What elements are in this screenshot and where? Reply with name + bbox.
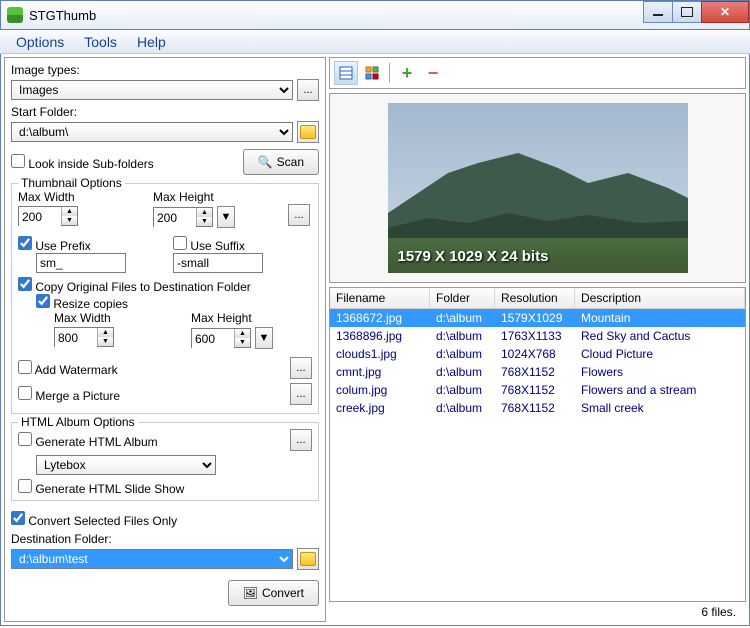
file-list-body[interactable]: 1368672.jpgd:\album1579X1029Mountain1368… <box>330 309 745 601</box>
scan-button[interactable]: 🔍 Scan <box>243 149 319 175</box>
preview-info: 1579 X 1029 X 24 bits <box>398 248 549 265</box>
look-inside-subfolders[interactable]: Look inside Sub-folders <box>11 154 154 171</box>
resize-maxheight-label: Max Height <box>191 311 312 325</box>
right-toolbar: + − <box>329 57 746 89</box>
watermark-more-button[interactable]: ... <box>290 357 312 379</box>
view-details-button[interactable] <box>334 61 358 85</box>
thumb-maxwidth-input[interactable] <box>19 207 61 227</box>
dest-folder-select[interactable]: d:\album\test <box>11 549 293 569</box>
window-title: STGThumb <box>29 8 96 23</box>
col-folder[interactable]: Folder <box>430 288 495 308</box>
thumb-maxwidth-spinner[interactable]: ▲▼ <box>18 206 78 226</box>
thumb-size-dropdown-button[interactable]: ▼ <box>217 206 235 228</box>
table-row[interactable]: 1368896.jpgd:\album1763X1133Red Sky and … <box>330 327 745 345</box>
image-types-more-button[interactable]: ... <box>297 79 319 101</box>
options-panel: Image types: Images ... Start Folder: d:… <box>4 57 326 622</box>
resize-copies-checkbox[interactable] <box>36 294 50 308</box>
right-panel: + − 1579 X 1029 X 24 bits Filename Folde… <box>329 57 746 622</box>
folder-icon <box>300 125 316 139</box>
suffix-input[interactable] <box>173 253 263 273</box>
generate-slideshow-checkbox[interactable] <box>18 479 32 493</box>
html-album-group: HTML Album Options Generate HTML Album .… <box>11 422 319 501</box>
titlebar: STGThumb <box>0 0 750 30</box>
resize-maxwidth-spinner[interactable]: ▲▼ <box>54 327 114 347</box>
minimize-button[interactable] <box>643 1 673 23</box>
table-row[interactable]: clouds1.jpgd:\album1024X768Cloud Picture <box>330 345 745 363</box>
thumb-maxheight-input[interactable] <box>154 208 196 228</box>
col-filename[interactable]: Filename <box>330 288 430 308</box>
table-row[interactable]: creek.jpgd:\album768X1152Small creek <box>330 399 745 417</box>
thumb-maxheight-spinner[interactable]: ▲▼ <box>153 207 213 227</box>
convert-button[interactable]: 🖼 Convert <box>228 580 319 606</box>
image-types-label: Image types: <box>11 63 319 77</box>
table-row[interactable]: 1368672.jpgd:\album1579X1029Mountain <box>330 309 745 327</box>
thumb-more-button[interactable]: ... <box>288 204 310 226</box>
convert-selected-checkbox[interactable] <box>11 511 25 525</box>
minus-icon: − <box>428 63 439 84</box>
prefix-input[interactable] <box>36 253 126 273</box>
convert-selected-only[interactable]: Convert Selected Files Only <box>11 514 177 528</box>
use-suffix-checkbox[interactable] <box>173 236 187 250</box>
view-thumbnails-button[interactable] <box>360 61 384 85</box>
copy-originals[interactable]: Copy Original Files to Destination Folde… <box>18 280 251 294</box>
thumbnail-options-group: Thumbnail Options Max Width ▲▼ Max Heigh… <box>11 183 319 414</box>
thumb-maxwidth-label: Max Width <box>18 190 137 204</box>
copy-originals-checkbox[interactable] <box>18 277 32 291</box>
col-description[interactable]: Description <box>575 288 745 308</box>
plus-icon: + <box>402 63 413 84</box>
merge-picture[interactable]: Merge a Picture <box>18 386 120 403</box>
merge-picture-checkbox[interactable] <box>18 386 32 400</box>
dest-folder-label: Destination Folder: <box>11 532 319 546</box>
thumbnail-options-legend: Thumbnail Options <box>18 176 125 190</box>
maximize-button[interactable] <box>672 1 702 23</box>
use-prefix[interactable]: Use Prefix <box>18 239 91 253</box>
image-types-select[interactable]: Images <box>11 80 293 100</box>
menu-bar: Options Tools Help <box>0 30 750 54</box>
start-folder-select[interactable]: d:\album\ <box>11 122 293 142</box>
start-folder-label: Start Folder: <box>11 105 319 119</box>
col-resolution[interactable]: Resolution <box>495 288 575 308</box>
resize-maxwidth-input[interactable] <box>55 328 97 348</box>
use-prefix-checkbox[interactable] <box>18 236 32 250</box>
add-button[interactable]: + <box>395 61 419 85</box>
resize-maxheight-input[interactable] <box>192 329 234 349</box>
thumb-maxheight-label: Max Height <box>153 190 272 204</box>
toolbar-separator <box>389 63 390 83</box>
generate-album-checkbox[interactable] <box>18 432 32 446</box>
window-buttons <box>644 1 749 23</box>
html-album-legend: HTML Album Options <box>18 415 138 429</box>
dest-folder-browse-button[interactable] <box>297 548 319 570</box>
file-list: Filename Folder Resolution Description 1… <box>329 287 746 602</box>
status-bar: 6 files. <box>329 602 746 622</box>
close-button[interactable] <box>701 1 749 23</box>
preview-image: 1579 X 1029 X 24 bits <box>388 103 688 273</box>
album-style-select[interactable]: Lytebox <box>36 455 216 475</box>
generate-album[interactable]: Generate HTML Album <box>18 432 158 449</box>
menu-options[interactable]: Options <box>8 32 72 52</box>
menu-help[interactable]: Help <box>129 32 174 52</box>
resize-size-dropdown-button[interactable]: ▼ <box>255 327 273 349</box>
merge-more-button[interactable]: ... <box>290 383 312 405</box>
resize-maxwidth-label: Max Width <box>54 311 175 325</box>
file-list-header: Filename Folder Resolution Description <box>330 288 745 309</box>
app-icon <box>7 7 23 23</box>
table-row[interactable]: cmnt.jpgd:\album768X1152Flowers <box>330 363 745 381</box>
generate-slideshow[interactable]: Generate HTML Slide Show <box>18 482 184 496</box>
add-watermark[interactable]: Add Watermark <box>18 360 118 377</box>
remove-button[interactable]: − <box>421 61 445 85</box>
table-row[interactable]: colum.jpgd:\album768X1152Flowers and a s… <box>330 381 745 399</box>
start-folder-browse-button[interactable] <box>297 121 319 143</box>
add-watermark-checkbox[interactable] <box>18 360 32 374</box>
use-suffix[interactable]: Use Suffix <box>173 239 245 253</box>
menu-tools[interactable]: Tools <box>76 32 125 52</box>
album-more-button[interactable]: ... <box>290 429 312 451</box>
look-inside-checkbox[interactable] <box>11 154 25 168</box>
resize-maxheight-spinner[interactable]: ▲▼ <box>191 328 251 348</box>
folder-icon <box>300 552 316 566</box>
preview-pane: 1579 X 1029 X 24 bits <box>329 93 746 283</box>
resize-copies[interactable]: Resize copies <box>36 297 128 311</box>
